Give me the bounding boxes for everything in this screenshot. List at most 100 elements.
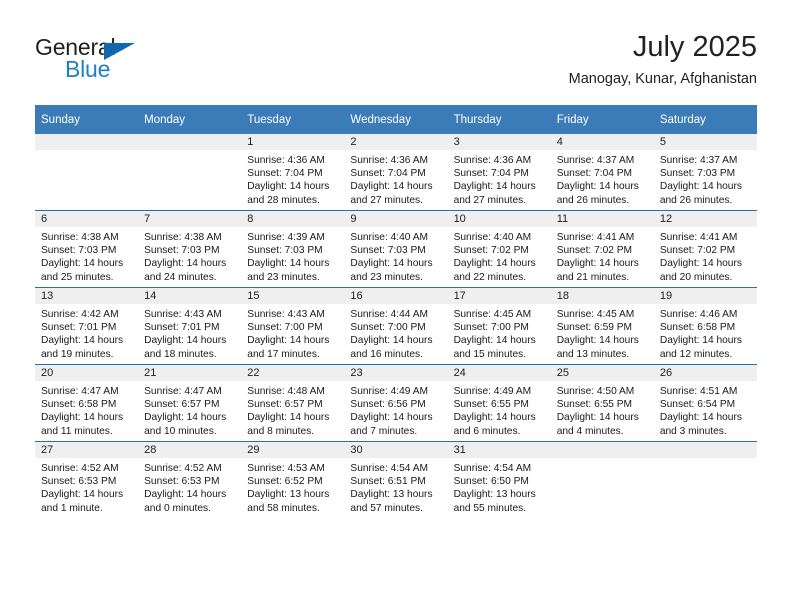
day-cell-inner (653, 442, 757, 518)
daylight-text-line2: and 16 minutes. (350, 348, 423, 360)
day-number: 14 (138, 288, 242, 304)
calendar-day-cell[interactable]: 28 Sunrise: 4:52 AM Sunset: 6:53 PM Dayligh… (138, 441, 242, 518)
day-number: 6 (35, 211, 139, 227)
calendar-day-cell[interactable]: 2 Sunrise: 4:36 AM Sunset: 7:04 PM Daylight… (344, 134, 448, 211)
calendar-day-cell[interactable]: 6 Sunrise: 4:38 AM Sunset: 7:03 PM Daylight… (35, 210, 139, 288)
day-cell-details: Sunrise: 4:53 AM Sunset: 6:52 PM Daylight:… (241, 458, 344, 515)
day-cell-details: Sunrise: 4:41 AM Sunset: 7:02 PM Daylight:… (654, 227, 757, 284)
day-cell-details: Sunrise: 4:44 AM Sunset: 7:00 PM Daylight:… (344, 304, 447, 361)
sunrise-text: Sunrise: 4:49 AM (453, 386, 532, 397)
daylight-text-line1: Daylight: 14 hours (556, 335, 639, 347)
daylight-text-line1: Daylight: 14 hours (350, 181, 433, 193)
day-number: 24 (447, 365, 551, 381)
day-cell-inner: 23 Sunrise: 4:49 AM Sunset: 6:56 PM Dayligh… (344, 365, 448, 441)
calendar-day-cell[interactable]: 13 Sunrise: 4:42 AM Sunset: 7:01 PM Dayligh… (35, 287, 139, 365)
day-number: 28 (138, 442, 242, 458)
calendar-day-cell[interactable]: 27 Sunrise: 4:52 AM Sunset: 6:53 PM Dayligh… (35, 441, 139, 518)
day-number (138, 134, 242, 150)
daylight-text-line2: and 23 minutes. (350, 271, 423, 283)
sunset-text: Sunset: 6:50 PM (453, 476, 529, 488)
calendar-day-cell[interactable]: 23 Sunrise: 4:49 AM Sunset: 6:56 PM Dayligh… (344, 364, 448, 442)
calendar-day-cell[interactable]: 5 Sunrise: 4:37 AM Sunset: 7:03 PM Daylight… (653, 134, 757, 211)
calendar-day-cell[interactable]: 30 Sunrise: 4:54 AM Sunset: 6:51 PM Dayligh… (344, 441, 448, 518)
day-cell-details: Sunrise: 4:39 AM Sunset: 7:03 PM Daylight:… (241, 227, 344, 284)
sunrise-text: Sunrise: 4:36 AM (247, 155, 325, 166)
daylight-text-line1: Daylight: 14 hours (453, 181, 536, 193)
calendar-day-cell[interactable]: 18 Sunrise: 4:45 AM Sunset: 6:59 PM Dayligh… (550, 287, 654, 365)
calendar-day-cell[interactable]: 19 Sunrise: 4:46 AM Sunset: 6:58 PM Dayligh… (653, 287, 757, 365)
calendar-day-cell[interactable]: 26 Sunrise: 4:51 AM Sunset: 6:54 PM Dayligh… (653, 364, 757, 442)
calendar-day-cell[interactable]: 25 Sunrise: 4:50 AM Sunset: 6:55 PM Dayligh… (550, 364, 654, 442)
weekday-header-thursday: Thursday (447, 105, 551, 134)
day-number: 18 (550, 288, 654, 304)
daylight-text-line2: and 8 minutes. (247, 425, 315, 437)
day-number: 22 (241, 365, 345, 381)
sunrise-text: Sunrise: 4:44 AM (350, 309, 429, 320)
day-cell-inner: 15 Sunrise: 4:43 AM Sunset: 7:00 PM Dayligh… (241, 288, 345, 364)
calendar-day-cell[interactable]: 31 Sunrise: 4:54 AM Sunset: 6:50 PM Dayligh… (447, 441, 551, 518)
daylight-text-line1: Daylight: 14 hours (144, 489, 227, 501)
calendar-day-cell[interactable]: 4 Sunrise: 4:37 AM Sunset: 7:04 PM Daylight… (550, 134, 654, 211)
weekday-header: Sunday Monday Tuesday Wednesday Thursday Frid… (35, 105, 757, 134)
day-number: 2 (344, 134, 448, 150)
calendar-day-cell[interactable]: 10 Sunrise: 4:40 AM Sunset: 7:02 PM Dayligh… (447, 210, 551, 288)
calendar-day-cell[interactable]: 20 Sunrise: 4:47 AM Sunset: 6:58 PM Dayligh… (35, 364, 139, 442)
day-cell-details: Sunrise: 4:50 AM Sunset: 6:55 PM Daylight:… (551, 381, 654, 438)
calendar-week-row: 1 Sunrise: 4:36 AM Sunset: 7:04 PM Daylight… (35, 134, 757, 211)
calendar-empty-cell (550, 441, 654, 518)
daylight-text-line1: Daylight: 14 hours (247, 181, 330, 193)
calendar-day-cell[interactable]: 15 Sunrise: 4:43 AM Sunset: 7:00 PM Dayligh… (241, 287, 345, 365)
calendar-day-cell[interactable]: 9 Sunrise: 4:40 AM Sunset: 7:03 PM Daylight… (344, 210, 448, 288)
sunrise-text: Sunrise: 4:47 AM (144, 386, 222, 397)
sunset-text: Sunset: 7:00 PM (453, 322, 529, 334)
calendar-day-cell[interactable]: 12 Sunrise: 4:41 AM Sunset: 7:02 PM Dayligh… (653, 210, 757, 288)
sunrise-text: Sunrise: 4:52 AM (144, 463, 222, 474)
calendar-day-cell[interactable]: 29 Sunrise: 4:53 AM Sunset: 6:52 PM Dayligh… (241, 441, 345, 518)
day-cell-details: Sunrise: 4:54 AM Sunset: 6:51 PM Daylight:… (344, 458, 447, 515)
day-number: 27 (35, 442, 139, 458)
calendar-day-cell[interactable]: 17 Sunrise: 4:45 AM Sunset: 7:00 PM Dayligh… (447, 287, 551, 365)
sunset-text: Sunset: 6:58 PM (41, 399, 117, 411)
day-cell-inner: 3 Sunrise: 4:36 AM Sunset: 7:04 PM Daylight… (447, 134, 551, 210)
calendar-day-cell[interactable]: 22 Sunrise: 4:48 AM Sunset: 6:57 PM Dayligh… (241, 364, 345, 442)
calendar-day-cell[interactable]: 3 Sunrise: 4:36 AM Sunset: 7:04 PM Daylight… (447, 134, 551, 211)
calendar-page: General Blue July 2025 Manogay, Kunar, A… (0, 0, 792, 612)
day-number: 20 (35, 365, 139, 381)
sunset-text: Sunset: 7:03 PM (247, 245, 323, 257)
calendar-day-cell[interactable]: 7 Sunrise: 4:38 AM Sunset: 7:03 PM Daylight… (138, 210, 242, 288)
daylight-text-line2: and 21 minutes. (556, 271, 630, 283)
sunrise-text: Sunrise: 4:45 AM (556, 309, 635, 320)
daylight-text-line1: Daylight: 14 hours (453, 412, 536, 424)
day-cell-inner: 7 Sunrise: 4:38 AM Sunset: 7:03 PM Daylight… (138, 211, 242, 287)
day-cell-inner: 2 Sunrise: 4:36 AM Sunset: 7:04 PM Daylight… (344, 134, 448, 210)
sunrise-text: Sunrise: 4:43 AM (144, 309, 222, 320)
day-cell-inner: 1 Sunrise: 4:36 AM Sunset: 7:04 PM Daylight… (241, 134, 345, 210)
day-cell-details (35, 150, 138, 154)
day-cell-inner: 14 Sunrise: 4:43 AM Sunset: 7:01 PM Dayligh… (138, 288, 242, 364)
day-cell-details: Sunrise: 4:36 AM Sunset: 7:04 PM Daylight:… (344, 150, 447, 207)
sunrise-text: Sunrise: 4:36 AM (453, 155, 532, 166)
calendar-day-cell[interactable]: 14 Sunrise: 4:43 AM Sunset: 7:01 PM Dayligh… (138, 287, 242, 365)
calendar-day-cell[interactable]: 8 Sunrise: 4:39 AM Sunset: 7:03 PM Daylight… (241, 210, 345, 288)
day-cell-details: Sunrise: 4:52 AM Sunset: 6:53 PM Daylight:… (138, 458, 241, 515)
sunset-text: Sunset: 7:04 PM (247, 168, 323, 180)
calendar-day-cell[interactable]: 24 Sunrise: 4:49 AM Sunset: 6:55 PM Dayligh… (447, 364, 551, 442)
sunset-text: Sunset: 7:02 PM (556, 245, 633, 257)
calendar-day-cell[interactable]: 1 Sunrise: 4:36 AM Sunset: 7:04 PM Daylight… (241, 134, 345, 211)
day-number: 7 (138, 211, 242, 227)
general-blue-logo[interactable]: General Blue (35, 34, 235, 92)
day-cell-inner (35, 134, 139, 210)
day-cell-details: Sunrise: 4:37 AM Sunset: 7:03 PM Daylight:… (654, 150, 757, 207)
daylight-text-line1: Daylight: 13 hours (247, 489, 330, 501)
day-number: 12 (653, 211, 757, 227)
calendar-week-row: 27 Sunrise: 4:52 AM Sunset: 6:53 PM Dayligh… (35, 441, 757, 518)
calendar-empty-cell (653, 441, 757, 518)
day-cell-details: Sunrise: 4:45 AM Sunset: 7:00 PM Daylight:… (448, 304, 551, 361)
calendar-day-cell[interactable]: 21 Sunrise: 4:47 AM Sunset: 6:57 PM Dayligh… (138, 364, 242, 442)
day-cell-inner (550, 442, 654, 518)
calendar-day-cell[interactable]: 16 Sunrise: 4:44 AM Sunset: 7:00 PM Dayligh… (344, 287, 448, 365)
logo-text-blue: Blue (65, 56, 111, 82)
calendar-day-cell[interactable]: 11 Sunrise: 4:41 AM Sunset: 7:02 PM Dayligh… (550, 210, 654, 288)
daylight-text-line1: Daylight: 14 hours (247, 335, 330, 347)
calendar-empty-cell (138, 134, 242, 211)
